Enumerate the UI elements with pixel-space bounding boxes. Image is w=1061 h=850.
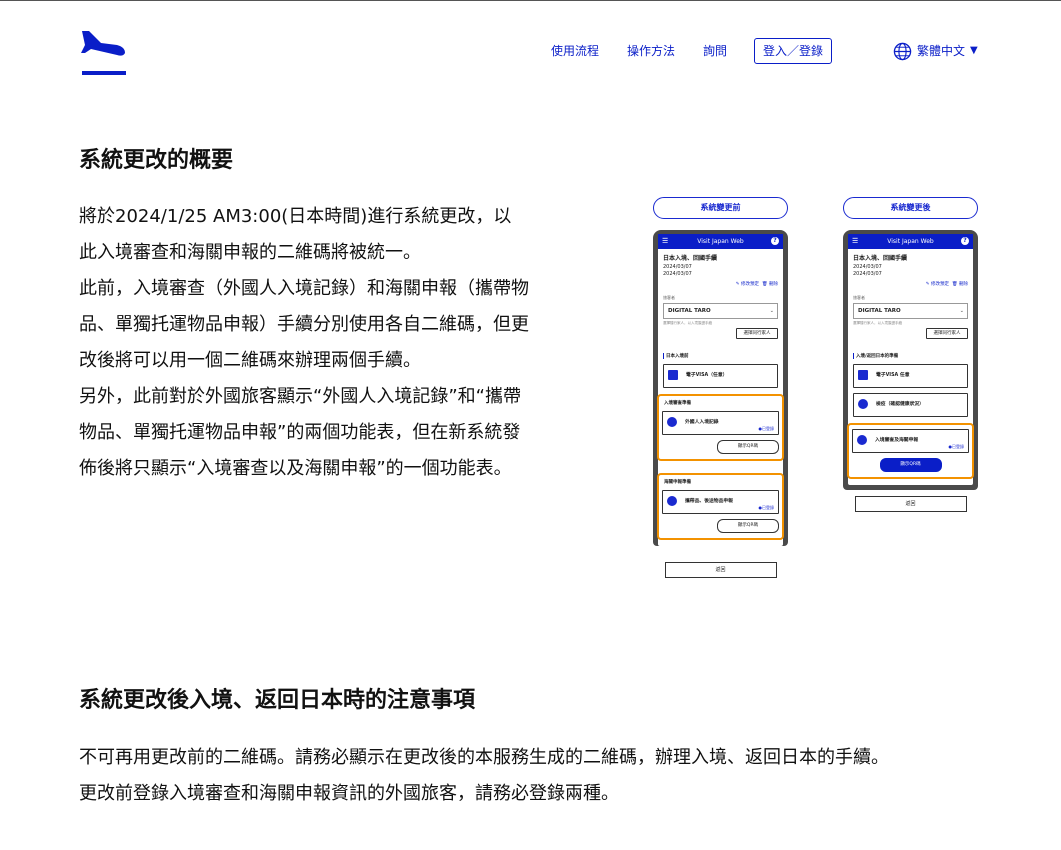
show-qr-button: 顯示QR碼 [717, 519, 779, 533]
visa-icon [668, 370, 678, 380]
overview-body: 將於2024/1/25 AM3:00(日本時間)進行系統更改，以此入境審查和海關… [79, 199, 529, 487]
luggage-icon [667, 496, 677, 506]
back-button: 返回 [664, 562, 777, 578]
overview-paragraph: 將於2024/1/25 AM3:00(日本時間)進行系統更改，以此入境審查和海關… [79, 206, 512, 263]
phone-frame: ☰ Visit Japan Web ? 日本入境、回國手續 2024/03/07… [653, 230, 788, 546]
person-icon [857, 435, 867, 445]
section-heading: 入境/返回日本的準備 [853, 353, 968, 359]
customs-card-label: 攜帶品、後送物品申報 [685, 499, 733, 504]
overview-paragraph: 另外，此前對於外國旅客顯示“外國人入境記錄”和“攜帶物品、單獨托運物品申報”的兩… [79, 386, 521, 479]
phone-frame: ☰ Visit Japan Web ? 日本入境、回國手續 2024/03/07… [843, 230, 978, 490]
visa-icon [858, 370, 868, 380]
chevron-down-icon: ⌄ [959, 308, 964, 314]
trip-actions: ✎ 修改預定 🗑 刪除 [853, 281, 968, 287]
registered-badge: ●已登錄 [948, 444, 965, 449]
user-select: DIGITAL TARO ⌄ [853, 303, 968, 319]
caret-down-icon: ▼ [970, 45, 978, 56]
user-name: DIGITAL TARO [858, 308, 901, 314]
user-hint: 選擇隨行家人，以入境簽證手續 [853, 321, 902, 325]
trip-date: 2024/03/07 [853, 264, 882, 270]
phone-screen: ☰ Visit Japan Web ? 日本入境、回國手續 2024/03/07… [847, 234, 974, 485]
language-label: 繁體中文 [917, 44, 966, 58]
after-label: 系統變更後 [843, 197, 978, 219]
phone-screen: ☰ Visit Japan Web ? 日本入境、回國手續 2024/03/07… [657, 234, 784, 546]
main-nav: 使用流程 操作方法 詢問 登入／登錄 繁體中文 ▼ [0, 38, 1061, 64]
companion-button: 選擇同行家人 [926, 328, 968, 339]
hamburger-menu-icon: ☰ [852, 237, 859, 245]
immigration-card-label: 外國人入境記錄 [685, 420, 719, 425]
highlight-immigration: 入境審查準備 外國人入境記錄 ●已登錄 顯示QR碼 [657, 394, 784, 461]
back-button: 返回 [854, 496, 967, 512]
mockup-before: 系統變更前 ☰ Visit Japan Web ? 日本入境、回國手續 2024… [653, 197, 788, 578]
delete-link: 🗑 刪除 [951, 282, 968, 287]
trip-actions: ✎ 修改預定 🗑 刪除 [663, 281, 778, 287]
show-qr-button: 顯示QR碼 [717, 440, 779, 454]
registered-badge: ●已登錄 [758, 505, 775, 510]
user-label: 旅客者 [853, 295, 865, 300]
user-name: DIGITAL TARO [668, 308, 711, 314]
nav-how-to[interactable]: 操作方法 [627, 38, 675, 64]
section-heading: 海關申報準備 [664, 480, 691, 485]
notes-paragraph: 不可再用更改前的二維碼。請務必顯示在更改後的本服務生成的二維碼，辦理入境、返回日… [79, 747, 889, 768]
quarantine-card-label: 檢疫（確認健康狀況） [876, 402, 924, 407]
visa-card: 電子VISA 任意 [853, 364, 968, 388]
companion-button: 選擇同行家人 [736, 328, 778, 339]
language-selector[interactable]: 繁體中文 ▼ [893, 38, 978, 64]
app-bar: ☰ Visit Japan Web ? [848, 234, 973, 249]
visa-card: 電子VISA（任意） [663, 364, 778, 388]
help-icon: ? [961, 237, 969, 245]
trip-date: 2024/03/07 [853, 271, 882, 277]
hamburger-menu-icon: ☰ [662, 237, 669, 245]
section-heading: 入境審查準備 [664, 401, 691, 406]
notes-title: 系統更改後入境、返回日本時的注意事項 [79, 688, 476, 713]
overview-title: 系統更改的概要 [79, 148, 234, 173]
edit-plan-link: ✎ 修改預定 [925, 282, 949, 287]
show-qr-button: 顯示QR碼 [879, 458, 942, 472]
app-title: Visit Japan Web [887, 238, 934, 245]
app-title: Visit Japan Web [697, 238, 744, 245]
user-hint: 選擇隨行家人，以入境簽證手續 [663, 321, 712, 325]
visa-card-label: 電子VISA 任意 [876, 373, 910, 378]
help-icon: ? [771, 237, 779, 245]
app-bar: ☰ Visit Japan Web ? [658, 234, 783, 249]
overview-paragraph: 此前，入境審查（外國人入境記錄）和海關申報（攜帶物品、單獨托運物品申報）手續分別… [79, 278, 529, 371]
delete-link: 🗑 刪除 [761, 282, 778, 287]
health-icon [858, 399, 868, 409]
visa-card-label: 電子VISA（任意） [686, 373, 728, 378]
trip-title: 日本入境、回國手續 [853, 255, 908, 262]
notes-paragraph: 更改前登錄入境審查和海關申報資訊的外國旅客，請務必登錄兩種。 [79, 783, 619, 804]
trip-date: 2024/03/07 [663, 264, 692, 270]
customs-card: 攜帶品、後送物品申報 ●已登錄 [662, 490, 779, 514]
immigration-card: 外國人入境記錄 ●已登錄 [662, 411, 779, 435]
mockup-after: 系統變更後 ☰ Visit Japan Web ? 日本入境、回國手續 2024… [843, 197, 978, 512]
trip-title: 日本入境、回國手續 [663, 255, 718, 262]
chevron-down-icon: ⌄ [769, 308, 774, 314]
globe-icon [893, 42, 912, 60]
person-icon [667, 417, 677, 427]
login-register-button[interactable]: 登入／登錄 [754, 38, 833, 64]
before-label: 系統變更前 [653, 197, 788, 219]
edit-plan-link: ✎ 修改預定 [735, 282, 759, 287]
nav-usage-flow[interactable]: 使用流程 [551, 38, 599, 64]
combined-card: 入境審查及海關申報 ●已登錄 [852, 429, 969, 453]
registered-badge: ●已登錄 [758, 426, 775, 431]
quarantine-card: 檢疫（確認健康狀況） [853, 393, 968, 417]
trip-date: 2024/03/07 [663, 271, 692, 277]
nav-inquiry[interactable]: 詢問 [703, 38, 727, 64]
user-select: DIGITAL TARO ⌄ [663, 303, 778, 319]
highlight-combined: 入境審查及海關申報 ●已登錄 顯示QR碼 [847, 423, 974, 479]
combined-card-label: 入境審查及海關申報 [875, 438, 919, 443]
section-heading: 日本入境前 [663, 353, 778, 359]
notes-body: 不可再用更改前的二維碼。請務必顯示在更改後的本服務生成的二維碼，辦理入境、返回日… [79, 740, 1029, 812]
highlight-customs: 海關申報準備 攜帶品、後送物品申報 ●已登錄 顯示QR碼 [657, 473, 784, 540]
user-label: 旅客者 [663, 295, 675, 300]
